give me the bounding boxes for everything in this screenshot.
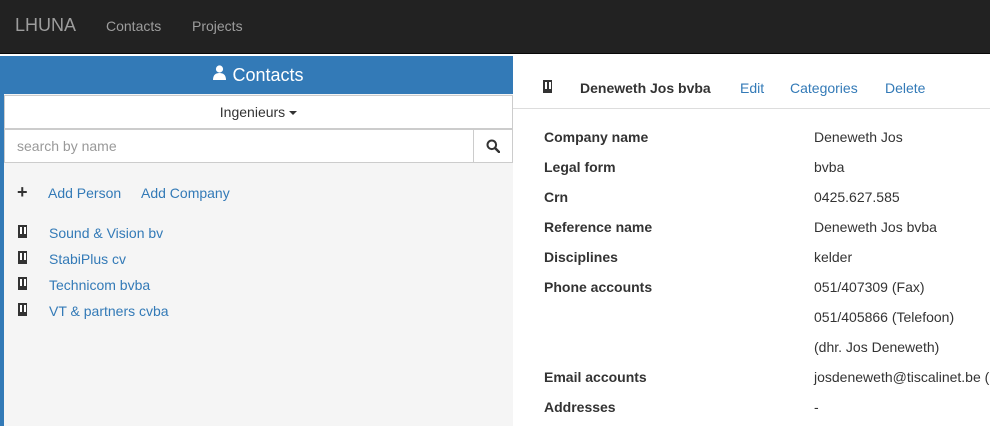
field-label-phone-accounts: Phone accounts	[544, 279, 653, 295]
company-name-link[interactable]: VT & partners cvba	[49, 303, 169, 319]
delete-link[interactable]: Delete	[885, 80, 925, 96]
building-icon	[18, 277, 27, 290]
contacts-panel-heading: Contacts	[0, 56, 517, 94]
building-icon	[18, 225, 27, 238]
add-person-link[interactable]: Add Person	[48, 185, 121, 201]
field-label-disciplines: Disciplines	[544, 249, 618, 265]
field-value-legal-form: bvba	[814, 159, 845, 175]
building-icon	[18, 251, 27, 264]
field-value-phone-note: (dhr. Jos Deneweth)	[814, 339, 940, 355]
caret-down-icon	[289, 111, 298, 116]
add-actions: + Add Person Add Company	[4, 183, 513, 203]
nav-contacts[interactable]: Contacts	[106, 18, 161, 34]
field-label-crn: Crn	[544, 189, 569, 205]
company-list-item[interactable]: Technicom bvba	[4, 275, 513, 301]
company-name-link[interactable]: Technicom bvba	[49, 277, 150, 293]
nav-projects[interactable]: Projects	[192, 18, 243, 34]
company-name-link[interactable]: Sound & Vision bv	[49, 225, 163, 241]
company-name-link[interactable]: StabiPlus cv	[49, 251, 126, 267]
field-value-reference-name: Deneweth Jos bvba	[814, 219, 937, 235]
add-company-link[interactable]: Add Company	[141, 185, 230, 201]
company-list-item[interactable]: VT & partners cvba	[4, 301, 513, 327]
field-value-crn: 0425.627.585	[814, 189, 900, 205]
detail-header: Deneweth Jos bvba Edit Categories Delete	[513, 54, 990, 109]
top-navbar: LHUNA Contacts Projects	[0, 0, 990, 54]
field-label-addresses: Addresses	[544, 399, 616, 415]
field-label-reference-name: Reference name	[544, 219, 653, 235]
building-icon	[18, 303, 27, 316]
field-value-phone: 051/405866 (Telefoon)	[814, 309, 955, 325]
field-value-company-name: Deneweth Jos	[814, 129, 903, 145]
contacts-panel: Contacts Ingenieurs + Add Person Add Com…	[0, 56, 517, 426]
field-value-addresses: -	[814, 399, 819, 415]
edit-link[interactable]: Edit	[740, 80, 764, 96]
category-filter-label: Ingenieurs	[219, 104, 286, 120]
company-list: Sound & Vision bv StabiPlus cv Technicom…	[4, 223, 513, 327]
detail-title: Deneweth Jos bvba	[580, 80, 711, 96]
field-label-legal-form: Legal form	[544, 159, 616, 175]
brand-logo[interactable]: LHUNA	[15, 15, 76, 36]
company-list-item[interactable]: Sound & Vision bv	[4, 223, 513, 249]
search-button[interactable]	[473, 129, 513, 163]
plus-icon: +	[17, 182, 28, 202]
company-list-item[interactable]: StabiPlus cv	[4, 249, 513, 275]
detail-body: Company name Deneweth Jos Legal form bvb…	[513, 110, 990, 426]
user-icon	[213, 55, 227, 93]
field-value-disciplines: kelder	[814, 249, 853, 265]
building-icon	[543, 80, 552, 93]
categories-link[interactable]: Categories	[790, 80, 858, 96]
field-label-email-accounts: Email accounts	[544, 369, 647, 385]
category-filter-dropdown[interactable]: Ingenieurs	[4, 95, 513, 129]
field-label-company-name: Company name	[544, 129, 649, 145]
field-value-phone: 051/407309 (Fax)	[814, 279, 925, 295]
search-icon	[486, 139, 500, 153]
contacts-panel-title: Contacts	[232, 65, 304, 85]
search-group	[4, 129, 513, 163]
field-value-email: josdeneweth@tiscalinet.be (	[814, 369, 990, 385]
search-input[interactable]	[4, 129, 474, 163]
